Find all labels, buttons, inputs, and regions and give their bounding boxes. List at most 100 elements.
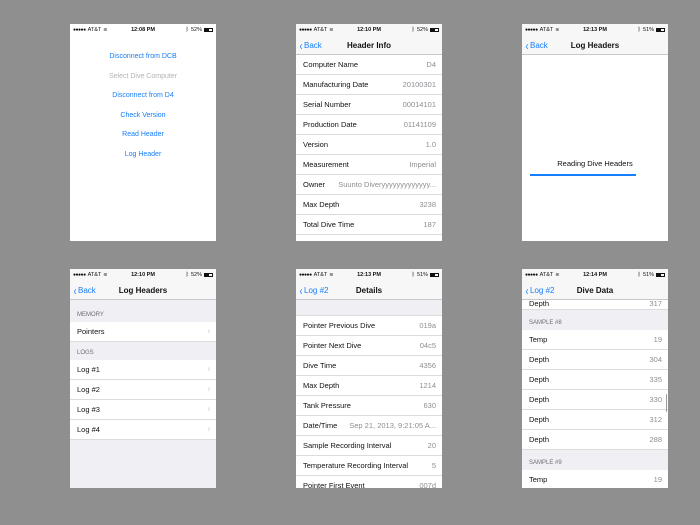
dive-data-row: Depth 335 bbox=[522, 370, 668, 390]
row-label: Max Depth bbox=[303, 381, 340, 390]
row-value: 630 bbox=[423, 401, 436, 410]
nav-bar: ‹ Log #2 Dive Data bbox=[522, 281, 668, 300]
back-button[interactable]: ‹ Back bbox=[299, 36, 322, 55]
chevron-right-icon: › bbox=[207, 364, 210, 375]
carrier-label: AT&T bbox=[87, 272, 102, 278]
row-label: Depth bbox=[529, 395, 550, 404]
battery-icon bbox=[203, 28, 213, 32]
details-list: Pointer Previous Dive 019a Pointer Next Di… bbox=[296, 316, 442, 488]
carrier-label: AT&T bbox=[539, 27, 554, 33]
row-value: 312 bbox=[649, 415, 662, 424]
status-bar: ●●●●● AT&T ≋ 12:13 PM ᛒ 51% bbox=[522, 24, 668, 36]
header-info-row: Owner Suunto Diveryyyyyyyyyyyyy... bbox=[296, 175, 442, 195]
status-bar: ●●●●● AT&T ≋ 12:13 PM ᛒ 51% bbox=[296, 269, 442, 281]
pointers-cell[interactable]: Pointers › bbox=[70, 322, 216, 342]
wifi-icon: ≋ bbox=[103, 27, 108, 33]
check-version-button[interactable]: Check Version bbox=[120, 106, 165, 126]
header-info-row: Measurement Imperial bbox=[296, 155, 442, 175]
loading-label: Reading Dive Headers bbox=[557, 159, 633, 168]
row-label: Depth bbox=[529, 435, 550, 444]
nav-bar: ‹ Log #2 Details bbox=[296, 281, 442, 300]
status-bar: ●●●●● AT&T ≋ 12:14 PM ᛒ 51% bbox=[522, 269, 668, 281]
nav-title: Log Headers bbox=[570, 40, 620, 50]
battery-icon bbox=[655, 273, 665, 277]
chevron-right-icon: › bbox=[207, 424, 210, 435]
header-info-list: Computer Name D4 Manufacturing Date 2010030… bbox=[296, 55, 442, 241]
select-dive-computer-button[interactable]: Select Dive Computer bbox=[109, 67, 177, 87]
row-label: Manufacturing Date bbox=[303, 80, 369, 89]
signal-icon: ●●●●● bbox=[73, 27, 86, 33]
dive-data-row: Temp 19 bbox=[522, 330, 668, 350]
logs-list: Log #1 › Log #2 › Log #3 › Log #4 › bbox=[70, 360, 216, 440]
back-button[interactable]: ‹ Log #2 bbox=[299, 281, 329, 300]
log-header-button[interactable]: Log Header bbox=[125, 145, 162, 165]
row-value: 01141109 bbox=[403, 120, 436, 129]
read-header-button[interactable]: Read Header bbox=[122, 125, 164, 145]
back-label: Back bbox=[78, 286, 96, 295]
header-info-row: Serial Number 00014101 bbox=[296, 95, 442, 115]
row-label: Temp bbox=[529, 475, 548, 484]
detail-row: Temperature Recording Interval 5 bbox=[296, 456, 442, 476]
carrier-label: AT&T bbox=[87, 27, 102, 33]
dive-data-row: Depth 304 bbox=[522, 350, 668, 370]
row-label: Depth bbox=[529, 299, 550, 308]
battery-icon bbox=[429, 28, 439, 32]
disconnect-d4-button[interactable]: Disconnect from D4 bbox=[112, 86, 173, 106]
row-value: 019a bbox=[419, 321, 436, 330]
chevron-left-icon: ‹ bbox=[299, 38, 303, 53]
back-button[interactable]: ‹ Back bbox=[73, 281, 96, 300]
log-cell[interactable]: Log #4 › bbox=[70, 420, 216, 440]
cell-label: Log #4 bbox=[77, 425, 100, 434]
signal-icon: ●●●●● bbox=[525, 272, 538, 278]
cell-label: Pointers bbox=[77, 327, 105, 336]
scrollbar[interactable] bbox=[665, 394, 667, 412]
disconnect-dcb-button[interactable]: Disconnect from DCB bbox=[109, 47, 176, 67]
cell-label: Log #1 bbox=[77, 365, 100, 374]
signal-icon: ●●●●● bbox=[299, 272, 312, 278]
row-value: 4356 bbox=[419, 361, 436, 370]
battery-percent: 51% bbox=[642, 27, 654, 33]
row-value: Suunto Diveryyyyyyyyyyyyy... bbox=[338, 180, 436, 189]
bluetooth-icon: ᛒ bbox=[411, 272, 415, 278]
back-button[interactable]: ‹ Back bbox=[525, 36, 548, 55]
row-value: 00014101 bbox=[402, 100, 436, 109]
bluetooth-icon: ᛒ bbox=[637, 272, 641, 278]
row-value: 3238 bbox=[419, 200, 436, 209]
battery-percent: 52% bbox=[190, 272, 202, 278]
row-label: Depth bbox=[529, 415, 550, 424]
log-cell[interactable]: Log #1 › bbox=[70, 360, 216, 380]
chevron-right-icon: › bbox=[207, 326, 210, 337]
battery-percent: 51% bbox=[642, 272, 654, 278]
screen-log-headers-loading: ●●●●● AT&T ≋ 12:13 PM ᛒ 51% ‹ Back Log Heade… bbox=[522, 24, 668, 241]
detail-row: Tank Pressure 630 bbox=[296, 396, 442, 416]
log-cell[interactable]: Log #2 › bbox=[70, 380, 216, 400]
battery-icon bbox=[203, 273, 213, 277]
battery-percent: 52% bbox=[190, 27, 202, 33]
row-value: 19 bbox=[653, 475, 662, 484]
row-value: 330 bbox=[649, 395, 662, 404]
row-value: Sep 21, 2013, 9:21:05 A... bbox=[349, 421, 436, 430]
status-bar: ●●●●● AT&T ≋ 12:10 PM ᛒ 52% bbox=[70, 269, 216, 281]
detail-row: Dive Time 4356 bbox=[296, 356, 442, 376]
row-value: 288 bbox=[649, 435, 662, 444]
status-time: 12:10 PM bbox=[357, 27, 381, 33]
battery-icon bbox=[429, 273, 439, 277]
header-info-row: Total Dive Time 187 bbox=[296, 215, 442, 235]
row-label: Temp bbox=[529, 335, 548, 344]
carrier-label: AT&T bbox=[313, 27, 328, 33]
detail-row: Pointer First Event 007d bbox=[296, 476, 442, 488]
nav-title: Log Headers bbox=[118, 285, 168, 295]
row-value: 1.0 bbox=[425, 140, 436, 149]
log-cell[interactable]: Log #3 › bbox=[70, 400, 216, 420]
row-value: 20100301 bbox=[402, 80, 436, 89]
row-label: Pointer First Event bbox=[303, 481, 365, 488]
screen-connection-menu: ●●●●● AT&T ≋ 12:08 PM ᛒ 52% Disconnect from… bbox=[70, 24, 216, 241]
row-label: Pointer Previous Dive bbox=[303, 321, 376, 330]
back-button[interactable]: ‹ Log #2 bbox=[525, 281, 555, 300]
back-label: Log #2 bbox=[530, 286, 555, 295]
row-label: Pointer Next Dive bbox=[303, 341, 362, 350]
row-value: 335 bbox=[649, 375, 662, 384]
section-header-memory: MEMORY bbox=[77, 312, 104, 318]
header-info-row: Production Date 01141109 bbox=[296, 115, 442, 135]
battery-icon bbox=[655, 28, 665, 32]
